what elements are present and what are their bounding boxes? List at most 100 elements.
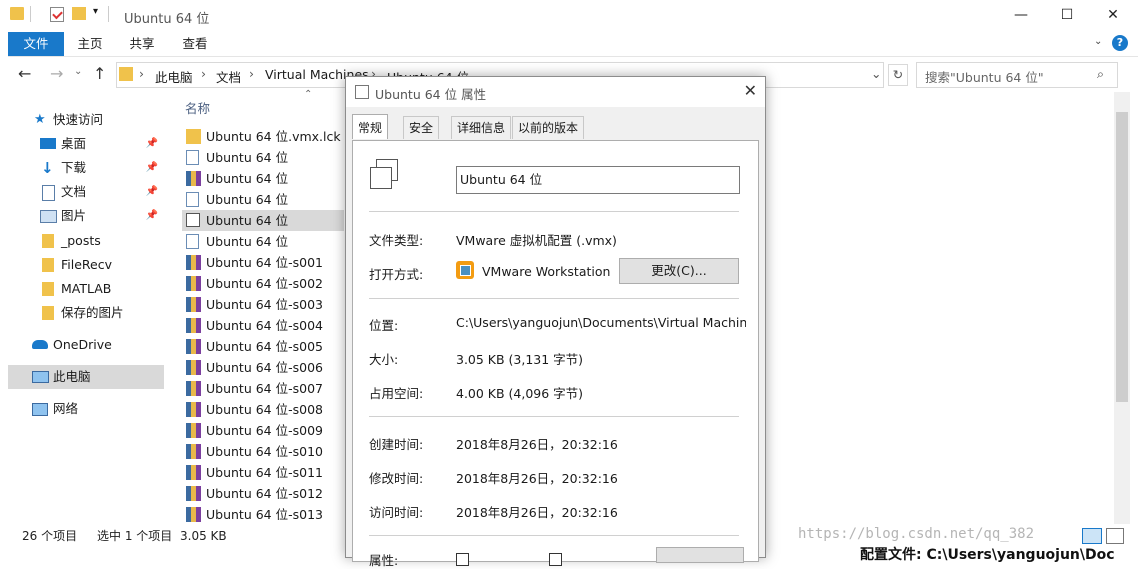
file-row[interactable]: Ubuntu 64 位.vmx.lck bbox=[182, 126, 344, 147]
up-arrow-icon[interactable]: ↑ bbox=[93, 64, 106, 83]
archive-icon bbox=[186, 444, 201, 459]
tab-file[interactable]: 文件 bbox=[8, 32, 64, 56]
recent-dropdown-icon[interactable]: ⌄ bbox=[74, 66, 82, 77]
nav-item-filerecv[interactable]: FileRecv bbox=[8, 253, 164, 277]
file-row[interactable]: Ubuntu 64 位 bbox=[182, 231, 344, 252]
file-row[interactable]: Ubuntu 64 位-s005 bbox=[182, 336, 344, 357]
modified-label: 修改时间: bbox=[369, 471, 424, 486]
file-row[interactable]: Ubuntu 64 位-s003 bbox=[182, 294, 344, 315]
attributes-label: 属性: bbox=[369, 553, 399, 568]
nav-item-quick-access[interactable]: ★ 快速访问 bbox=[8, 108, 164, 132]
file-row[interactable]: Ubuntu 64 位-s012 bbox=[182, 483, 344, 504]
column-header-name[interactable]: 名称 bbox=[185, 98, 210, 117]
file-row[interactable]: Ubuntu 64 位 bbox=[182, 189, 344, 210]
file-name: Ubuntu 64 位-s005 bbox=[206, 339, 323, 354]
refresh-icon[interactable]: ↻ bbox=[888, 64, 908, 86]
close-button[interactable]: ✕ bbox=[1090, 0, 1136, 30]
chevron-right-icon[interactable]: › bbox=[201, 66, 206, 81]
file-row[interactable]: Ubuntu 64 位-s013 bbox=[182, 504, 344, 525]
search-input[interactable]: 搜索"Ubuntu 64 位" ⌕ bbox=[916, 62, 1118, 88]
tab-previous-versions[interactable]: 以前的版本 bbox=[512, 116, 585, 139]
file-row[interactable]: Ubuntu 64 位-s004 bbox=[182, 315, 344, 336]
doc-file-icon bbox=[186, 234, 199, 249]
search-icon[interactable]: ⌕ bbox=[1097, 66, 1104, 82]
nav-item-onedrive[interactable]: OneDrive bbox=[8, 333, 164, 357]
hidden-checkbox[interactable] bbox=[549, 553, 562, 566]
quick-access-dropdown-icon[interactable]: ▾ bbox=[93, 6, 98, 17]
file-row[interactable]: Ubuntu 64 位-s008 bbox=[182, 399, 344, 420]
nav-label: MATLAB bbox=[61, 281, 112, 296]
chevron-right-icon[interactable]: › bbox=[139, 66, 144, 81]
file-row[interactable]: Ubuntu 64 位-s007 bbox=[182, 378, 344, 399]
maximize-button[interactable]: ☐ bbox=[1044, 0, 1090, 30]
breadcrumb-item[interactable]: 此电脑 bbox=[155, 67, 193, 86]
nav-item-desktop[interactable]: 桌面 📌 bbox=[8, 132, 164, 156]
star-icon: ★ bbox=[34, 112, 46, 127]
archive-icon bbox=[186, 402, 201, 417]
pin-icon[interactable]: 📌 bbox=[146, 132, 158, 156]
close-icon[interactable]: ✕ bbox=[744, 81, 757, 100]
readonly-checkbox[interactable] bbox=[456, 553, 469, 566]
address-history-dropdown-icon[interactable]: ⌄ bbox=[871, 66, 881, 81]
nav-item-downloads[interactable]: ↓ 下载 📌 bbox=[8, 156, 164, 180]
expand-ribbon-icon[interactable]: ⌄ bbox=[1094, 36, 1102, 47]
tab-view[interactable]: 查看 bbox=[175, 32, 215, 56]
change-button[interactable]: 更改(C)... bbox=[619, 258, 739, 284]
nav-item-documents[interactable]: 文档 📌 bbox=[8, 180, 164, 204]
back-arrow-icon[interactable]: ← bbox=[18, 64, 31, 83]
open-with-value: VMware Workstation bbox=[482, 264, 611, 279]
details-view-icon[interactable] bbox=[1082, 528, 1102, 544]
properties-icon[interactable] bbox=[50, 7, 64, 22]
nav-item-this-pc[interactable]: 此电脑 bbox=[8, 365, 164, 389]
large-icons-view-icon[interactable] bbox=[1106, 528, 1124, 544]
nav-label: 图片 bbox=[61, 208, 87, 223]
nav-label: 快速访问 bbox=[53, 112, 104, 127]
chevron-right-icon[interactable]: › bbox=[249, 66, 254, 81]
pin-icon[interactable]: 📌 bbox=[146, 156, 158, 180]
nav-item-network[interactable]: 网络 bbox=[8, 397, 164, 421]
file-row[interactable]: Ubuntu 64 位-s002 bbox=[182, 273, 344, 294]
new-folder-icon[interactable] bbox=[72, 7, 86, 20]
accessed-label: 访问时间: bbox=[369, 505, 424, 520]
archive-icon bbox=[186, 339, 201, 354]
minimize-button[interactable]: — bbox=[998, 0, 1044, 30]
file-name: Ubuntu 64 位 bbox=[206, 171, 289, 186]
nav-item-saved-pictures[interactable]: 保存的图片 bbox=[8, 301, 164, 325]
file-row[interactable]: Ubuntu 64 位-s001 bbox=[182, 252, 344, 273]
accessed-value: 2018年8月26日，20:32:16 bbox=[456, 505, 618, 520]
tab-share[interactable]: 共享 bbox=[122, 32, 162, 56]
archive-icon bbox=[186, 318, 201, 333]
pin-icon[interactable]: 📌 bbox=[146, 204, 158, 228]
vm-config-icon bbox=[186, 213, 200, 227]
nav-item-posts[interactable]: _posts bbox=[8, 229, 164, 253]
file-name: Ubuntu 64 位-s009 bbox=[206, 423, 323, 438]
nav-label: _posts bbox=[61, 233, 101, 248]
tab-home[interactable]: 主页 bbox=[70, 32, 110, 56]
nav-label: 此电脑 bbox=[53, 369, 91, 384]
file-row[interactable]: Ubuntu 64 位-s006 bbox=[182, 357, 344, 378]
file-row[interactable]: Ubuntu 64 位 bbox=[182, 147, 344, 168]
nav-item-matlab[interactable]: MATLAB bbox=[8, 277, 164, 301]
file-row[interactable]: Ubuntu 64 位 bbox=[182, 168, 344, 189]
file-row[interactable]: Ubuntu 64 位 bbox=[182, 210, 344, 231]
breadcrumb-item[interactable]: 文档 bbox=[216, 67, 241, 86]
scrollbar-thumb[interactable] bbox=[1116, 112, 1128, 402]
tab-details[interactable]: 详细信息 bbox=[451, 116, 512, 139]
advanced-button[interactable] bbox=[656, 547, 744, 563]
file-row[interactable]: Ubuntu 64 位-s011 bbox=[182, 462, 344, 483]
file-name-field[interactable]: Ubuntu 64 位 bbox=[456, 166, 740, 194]
folder-icon bbox=[42, 234, 54, 248]
file-name: Ubuntu 64 位 bbox=[206, 234, 289, 249]
pin-icon[interactable]: 📌 bbox=[146, 180, 158, 204]
nav-item-pictures[interactable]: 图片 📌 bbox=[8, 204, 164, 228]
help-icon[interactable]: ? bbox=[1112, 35, 1128, 51]
dialog-title: Ubuntu 64 位 属性 bbox=[375, 87, 487, 102]
tab-general[interactable]: 常规 bbox=[352, 114, 389, 139]
tab-security[interactable]: 安全 bbox=[403, 116, 440, 139]
location-value: C:\Users\yanguojun\Documents\Virtual Mac… bbox=[456, 315, 746, 330]
file-row[interactable]: Ubuntu 64 位-s009 bbox=[182, 420, 344, 441]
file-row[interactable]: Ubuntu 64 位-s010 bbox=[182, 441, 344, 462]
forward-arrow-icon[interactable]: → bbox=[50, 64, 63, 83]
file-type-value: VMware 虚拟机配置 (.vmx) bbox=[456, 233, 617, 248]
created-value: 2018年8月26日，20:32:16 bbox=[456, 437, 618, 452]
